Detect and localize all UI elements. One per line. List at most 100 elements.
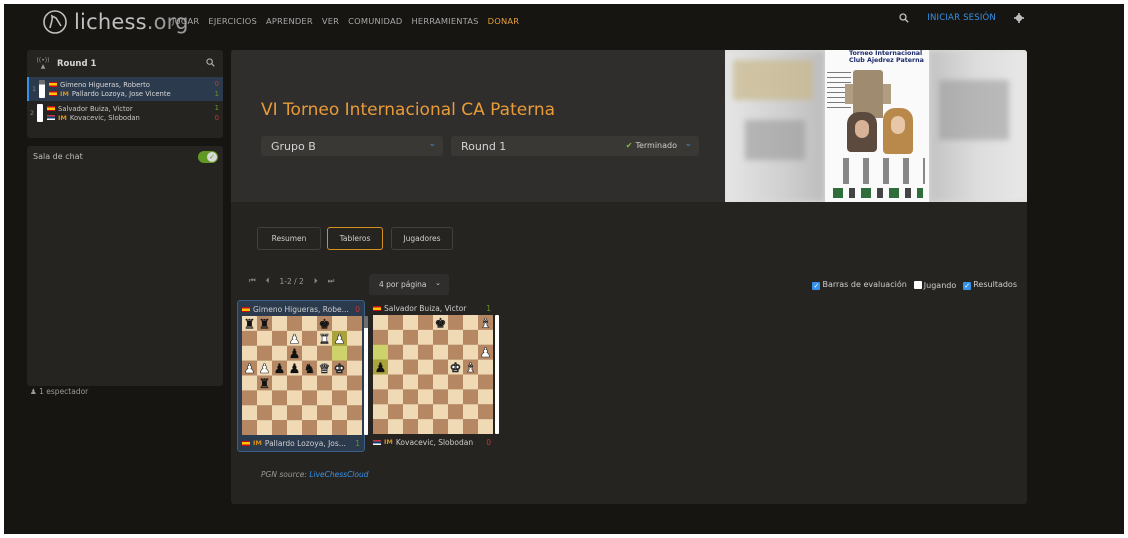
chat-toggle[interactable]: ✓ <box>198 151 218 163</box>
round-select[interactable]: Round 1 ✔ Terminado ⌄ <box>451 136 699 156</box>
game-row[interactable]: 1 Gimeno Higueras, Roberto IM Pallardo Lo… <box>27 77 223 101</box>
eval-bars-checkbox[interactable]: ✓ Barras de evaluación <box>812 280 907 290</box>
sponsor-logos <box>833 188 923 198</box>
board-square <box>347 375 362 391</box>
check-icon: ✓ <box>207 152 217 162</box>
board-square <box>373 329 388 345</box>
board-card[interactable]: Salvador Buiza, Victor 1 ♚ ♝ ♟ ♟ ♝ ♚ IM Kovac… <box>369 300 499 452</box>
board-square <box>478 329 493 345</box>
black-pawn-icon: ♟ <box>274 362 286 377</box>
chess-board[interactable]: ♜ ♜ ♚ ♟ ♜ ♟ ♟ ♟ ♟ ♟ ♟ ♞ ♛ ♚ ♜ <box>242 316 368 435</box>
board-square <box>448 329 463 345</box>
board-square <box>272 375 287 391</box>
per-page-select[interactable]: 4 por página ⌄ <box>369 274 449 295</box>
black-rook-icon: ♜ <box>259 377 271 392</box>
tab-players[interactable]: Jugadores <box>391 227 453 250</box>
nav-learn[interactable]: APRENDER <box>266 16 313 26</box>
board-square <box>463 315 478 331</box>
white-king-icon: ♚ <box>450 361 462 376</box>
board-square <box>332 420 347 435</box>
signin-link[interactable]: INICIAR SESIÓN <box>927 13 996 23</box>
nav-community[interactable]: COMUNIDAD <box>348 16 402 26</box>
spain-flag-icon <box>373 305 381 311</box>
chat-label: Sala de chat <box>33 152 83 161</box>
knight-logo-icon <box>43 10 67 34</box>
board-square <box>287 420 302 435</box>
board-square <box>317 405 332 421</box>
board-bottom-player: IM Kovacevic, Slobodan 0 <box>373 436 493 448</box>
board-card[interactable]: Gimeno Higueras, Robe... 0 ♜ ♜ ♚ ♟ ♜ ♟ ♟ ♟ ♟ ♟ ♟ ♞ ♛… <box>237 300 368 452</box>
board-square <box>388 329 403 345</box>
spain-flag-icon <box>242 440 250 446</box>
checkbox-checked-icon: ✓ <box>963 282 972 290</box>
game-row[interactable]: 2 Salvador Buiza, Victor IM Kovacevic, Sl… <box>27 101 223 125</box>
board-square <box>373 404 388 420</box>
chess-board[interactable]: ♚ ♝ ♟ ♟ ♝ ♚ <box>373 315 499 434</box>
board-square <box>478 389 493 405</box>
board-square <box>418 329 433 345</box>
board-square <box>317 420 332 435</box>
playing-checkbox[interactable]: Jugando <box>913 280 956 290</box>
board-square <box>272 316 287 332</box>
main-nav: JUGAR EJERCICIOS APRENDER VER COMUNIDAD … <box>172 16 519 26</box>
black-player: IM Pallardo Lozoya, Jose Vicente <box>49 90 171 98</box>
relay-header: ((•)) ▲ Round 1 <box>27 50 223 77</box>
tab-overview[interactable]: Resumen <box>257 227 321 250</box>
board-square <box>302 420 317 435</box>
prev-page-icon[interactable]: ⏴ <box>266 276 270 286</box>
board-square <box>242 375 257 391</box>
search-icon[interactable] <box>899 13 909 23</box>
tournament-header: VI Torneo Internacional CA Paterna Grupo… <box>231 50 1027 202</box>
black-king-icon: ♚ <box>435 316 447 331</box>
page-range: 1-2 / 2 <box>279 276 304 286</box>
lichess-logo[interactable]: lichess.org <box>42 8 189 36</box>
chat-panel: Sala de chat ✓ <box>27 146 223 386</box>
board-square <box>257 405 272 421</box>
board-square <box>287 316 302 332</box>
tournament-poster: Torneo Internacional Club Ajedrez Paterna <box>725 50 1027 202</box>
board-square <box>478 374 493 390</box>
board-square <box>272 390 287 406</box>
nav-watch[interactable]: VER <box>322 16 339 26</box>
board-square <box>302 316 317 332</box>
spain-flag-icon <box>47 106 55 111</box>
board-square <box>302 330 317 346</box>
board-square <box>433 419 448 434</box>
board-square <box>448 419 463 434</box>
nav-tools[interactable]: HERRAMIENTAS <box>411 16 478 26</box>
results-checkbox[interactable]: ✓ Resultados <box>963 280 1017 290</box>
black-rook-icon: ♜ <box>244 317 256 332</box>
board-square <box>418 404 433 420</box>
board-square <box>433 389 448 405</box>
white-pawn-icon: ♟ <box>289 332 301 347</box>
board-square <box>242 330 257 346</box>
next-page-icon[interactable]: ⏵ <box>314 276 318 286</box>
board-square <box>287 405 302 421</box>
board-square <box>242 390 257 406</box>
board-square <box>403 404 418 420</box>
board-square <box>373 374 388 390</box>
player-photo <box>847 112 877 152</box>
black-pawn-icon: ♟ <box>289 347 301 362</box>
board-square <box>347 405 362 421</box>
tab-boards[interactable]: Tableros <box>327 227 383 250</box>
gear-icon[interactable] <box>1014 13 1024 23</box>
player-score: 0 <box>355 304 360 314</box>
board-square <box>332 390 347 406</box>
board-square <box>347 420 362 435</box>
white-pawn-icon: ♟ <box>480 346 492 361</box>
nav-donate[interactable]: DONAR <box>488 16 520 26</box>
pgn-source-link[interactable]: LiveChessCloud <box>309 470 368 479</box>
first-page-icon[interactable]: ⏮ <box>249 276 256 286</box>
board-square <box>373 315 388 331</box>
board-square <box>463 344 478 360</box>
board-square <box>317 390 332 406</box>
last-page-icon[interactable]: ⏭ <box>328 276 335 286</box>
board-square <box>433 344 448 360</box>
nav-play[interactable]: JUGAR <box>172 16 199 26</box>
nav-puzzles[interactable]: EJERCICIOS <box>208 16 257 26</box>
board-square <box>403 389 418 405</box>
group-select[interactable]: Grupo B ⌄ <box>261 136 443 156</box>
app: lichess.org JUGAR EJERCICIOS APRENDER VE… <box>4 4 1124 534</box>
search-games-icon[interactable] <box>206 58 215 67</box>
